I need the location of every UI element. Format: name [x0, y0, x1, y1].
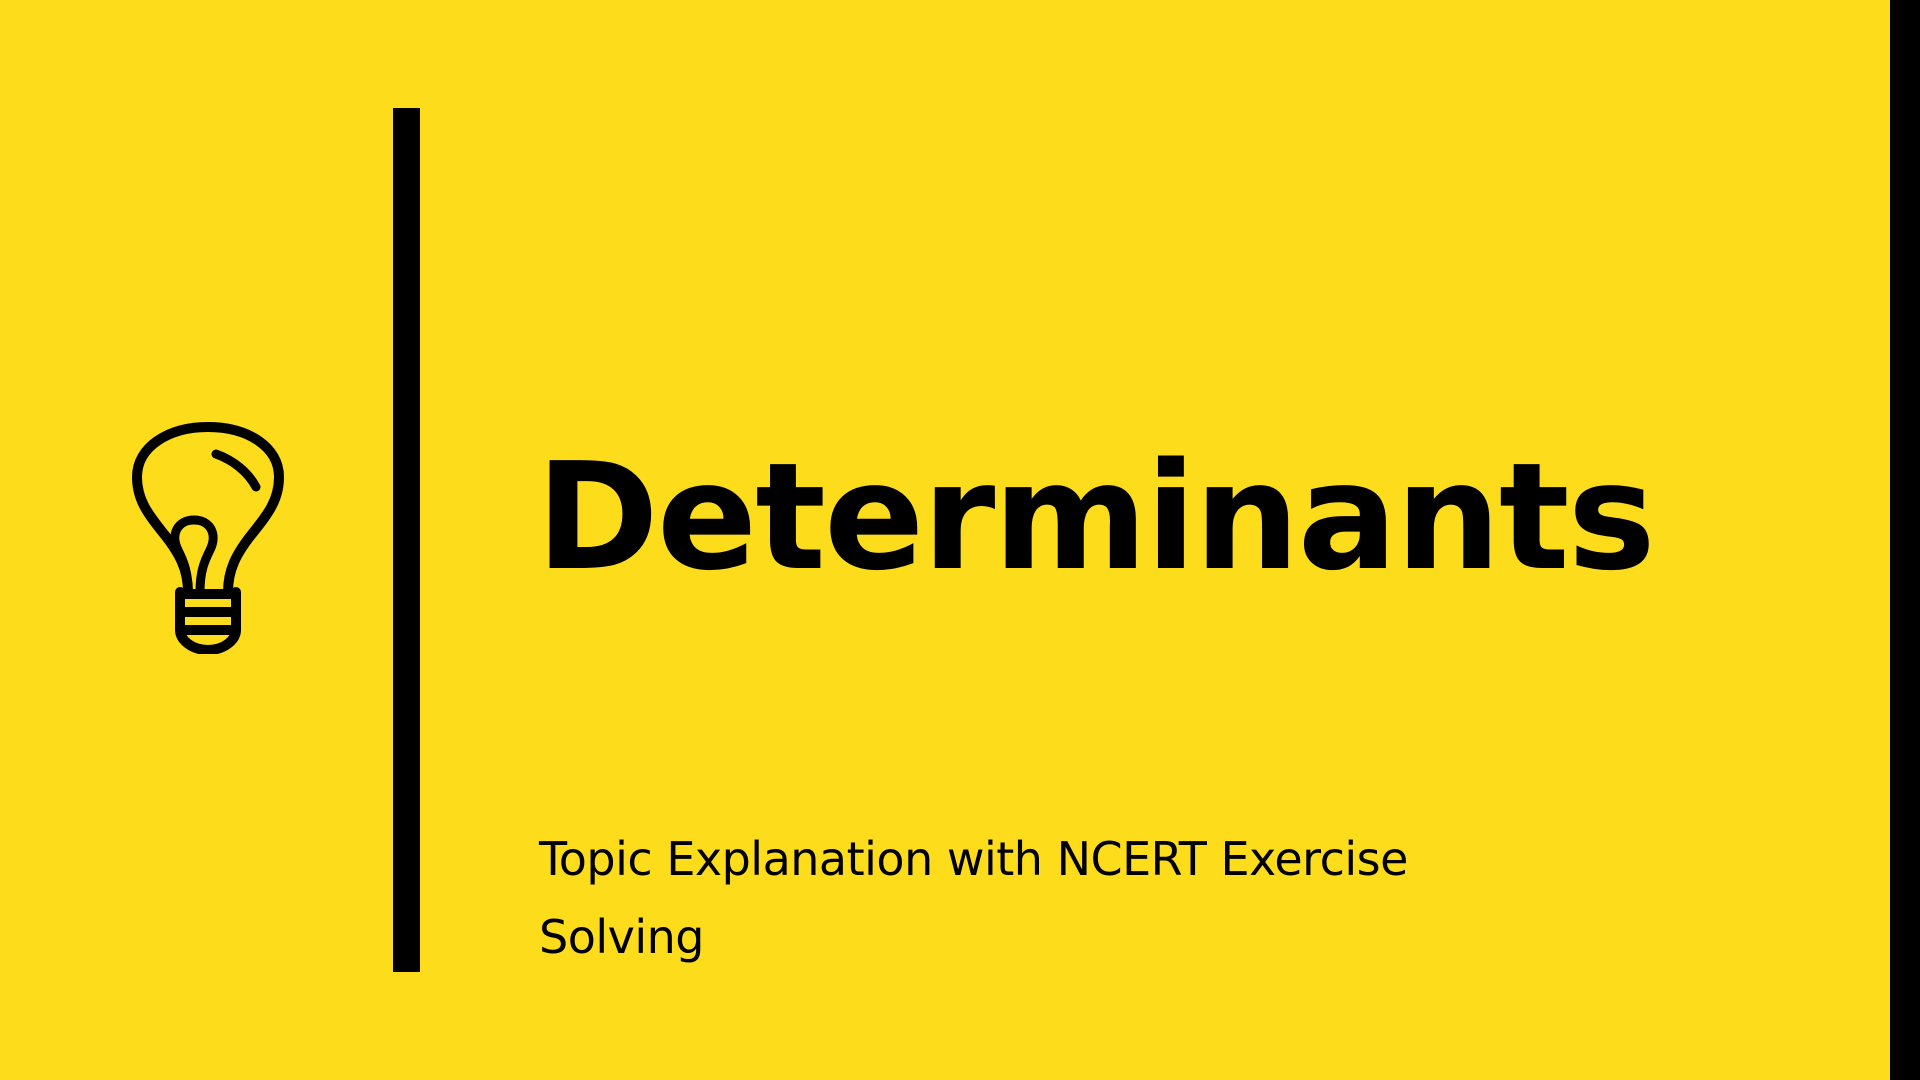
subtitle-line: Solving	[539, 910, 704, 964]
slide-subtitle: Topic Explanation with NCERT Exercise So…	[539, 820, 1539, 976]
lightbulb-icon	[132, 422, 284, 654]
subtitle-line: Topic Explanation with NCERT Exercise	[539, 832, 1408, 886]
slide-background: Determinants Topic Explanation with NCER…	[0, 0, 1890, 1080]
right-edge-bar	[1890, 0, 1920, 1080]
slide-title: Determinants	[536, 431, 1656, 603]
vertical-divider	[393, 108, 420, 972]
